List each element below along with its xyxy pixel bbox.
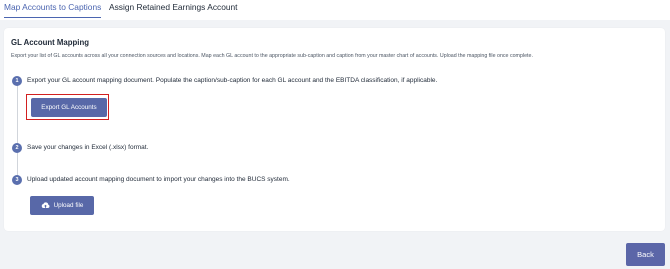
tab-bar: Map Accounts to Captions Assign Retained…	[0, 0, 670, 20]
step-3-text: Upload updated account mapping document …	[27, 176, 290, 183]
step-1-badge: 1	[12, 76, 22, 86]
step-3-badge: 3	[12, 175, 22, 185]
step-2-text: Save your changes in Excel (.xlsx) forma…	[27, 144, 149, 151]
export-gl-accounts-button[interactable]: Export GL Accounts	[31, 98, 107, 117]
step-2-badge: 2	[12, 143, 22, 153]
tab-map-accounts-to-captions[interactable]: Map Accounts to Captions	[4, 2, 102, 18]
cloud-upload-icon	[41, 202, 50, 209]
upload-file-button[interactable]: Upload file	[30, 196, 94, 215]
upload-file-label: Upload file	[53, 202, 84, 209]
step-1-text: Export your GL account mapping document.…	[27, 77, 438, 84]
tab-assign-retained-earnings-account[interactable]: Assign Retained Earnings Account	[109, 2, 238, 13]
card-title: GL Account Mapping	[11, 38, 89, 47]
steps-connector-line	[16, 81, 18, 181]
card-description: Export your list of GL accounts across a…	[11, 53, 533, 59]
gl-account-mapping-card: GL Account Mapping Export your list of G…	[4, 28, 665, 231]
back-button[interactable]: Back	[626, 243, 665, 266]
